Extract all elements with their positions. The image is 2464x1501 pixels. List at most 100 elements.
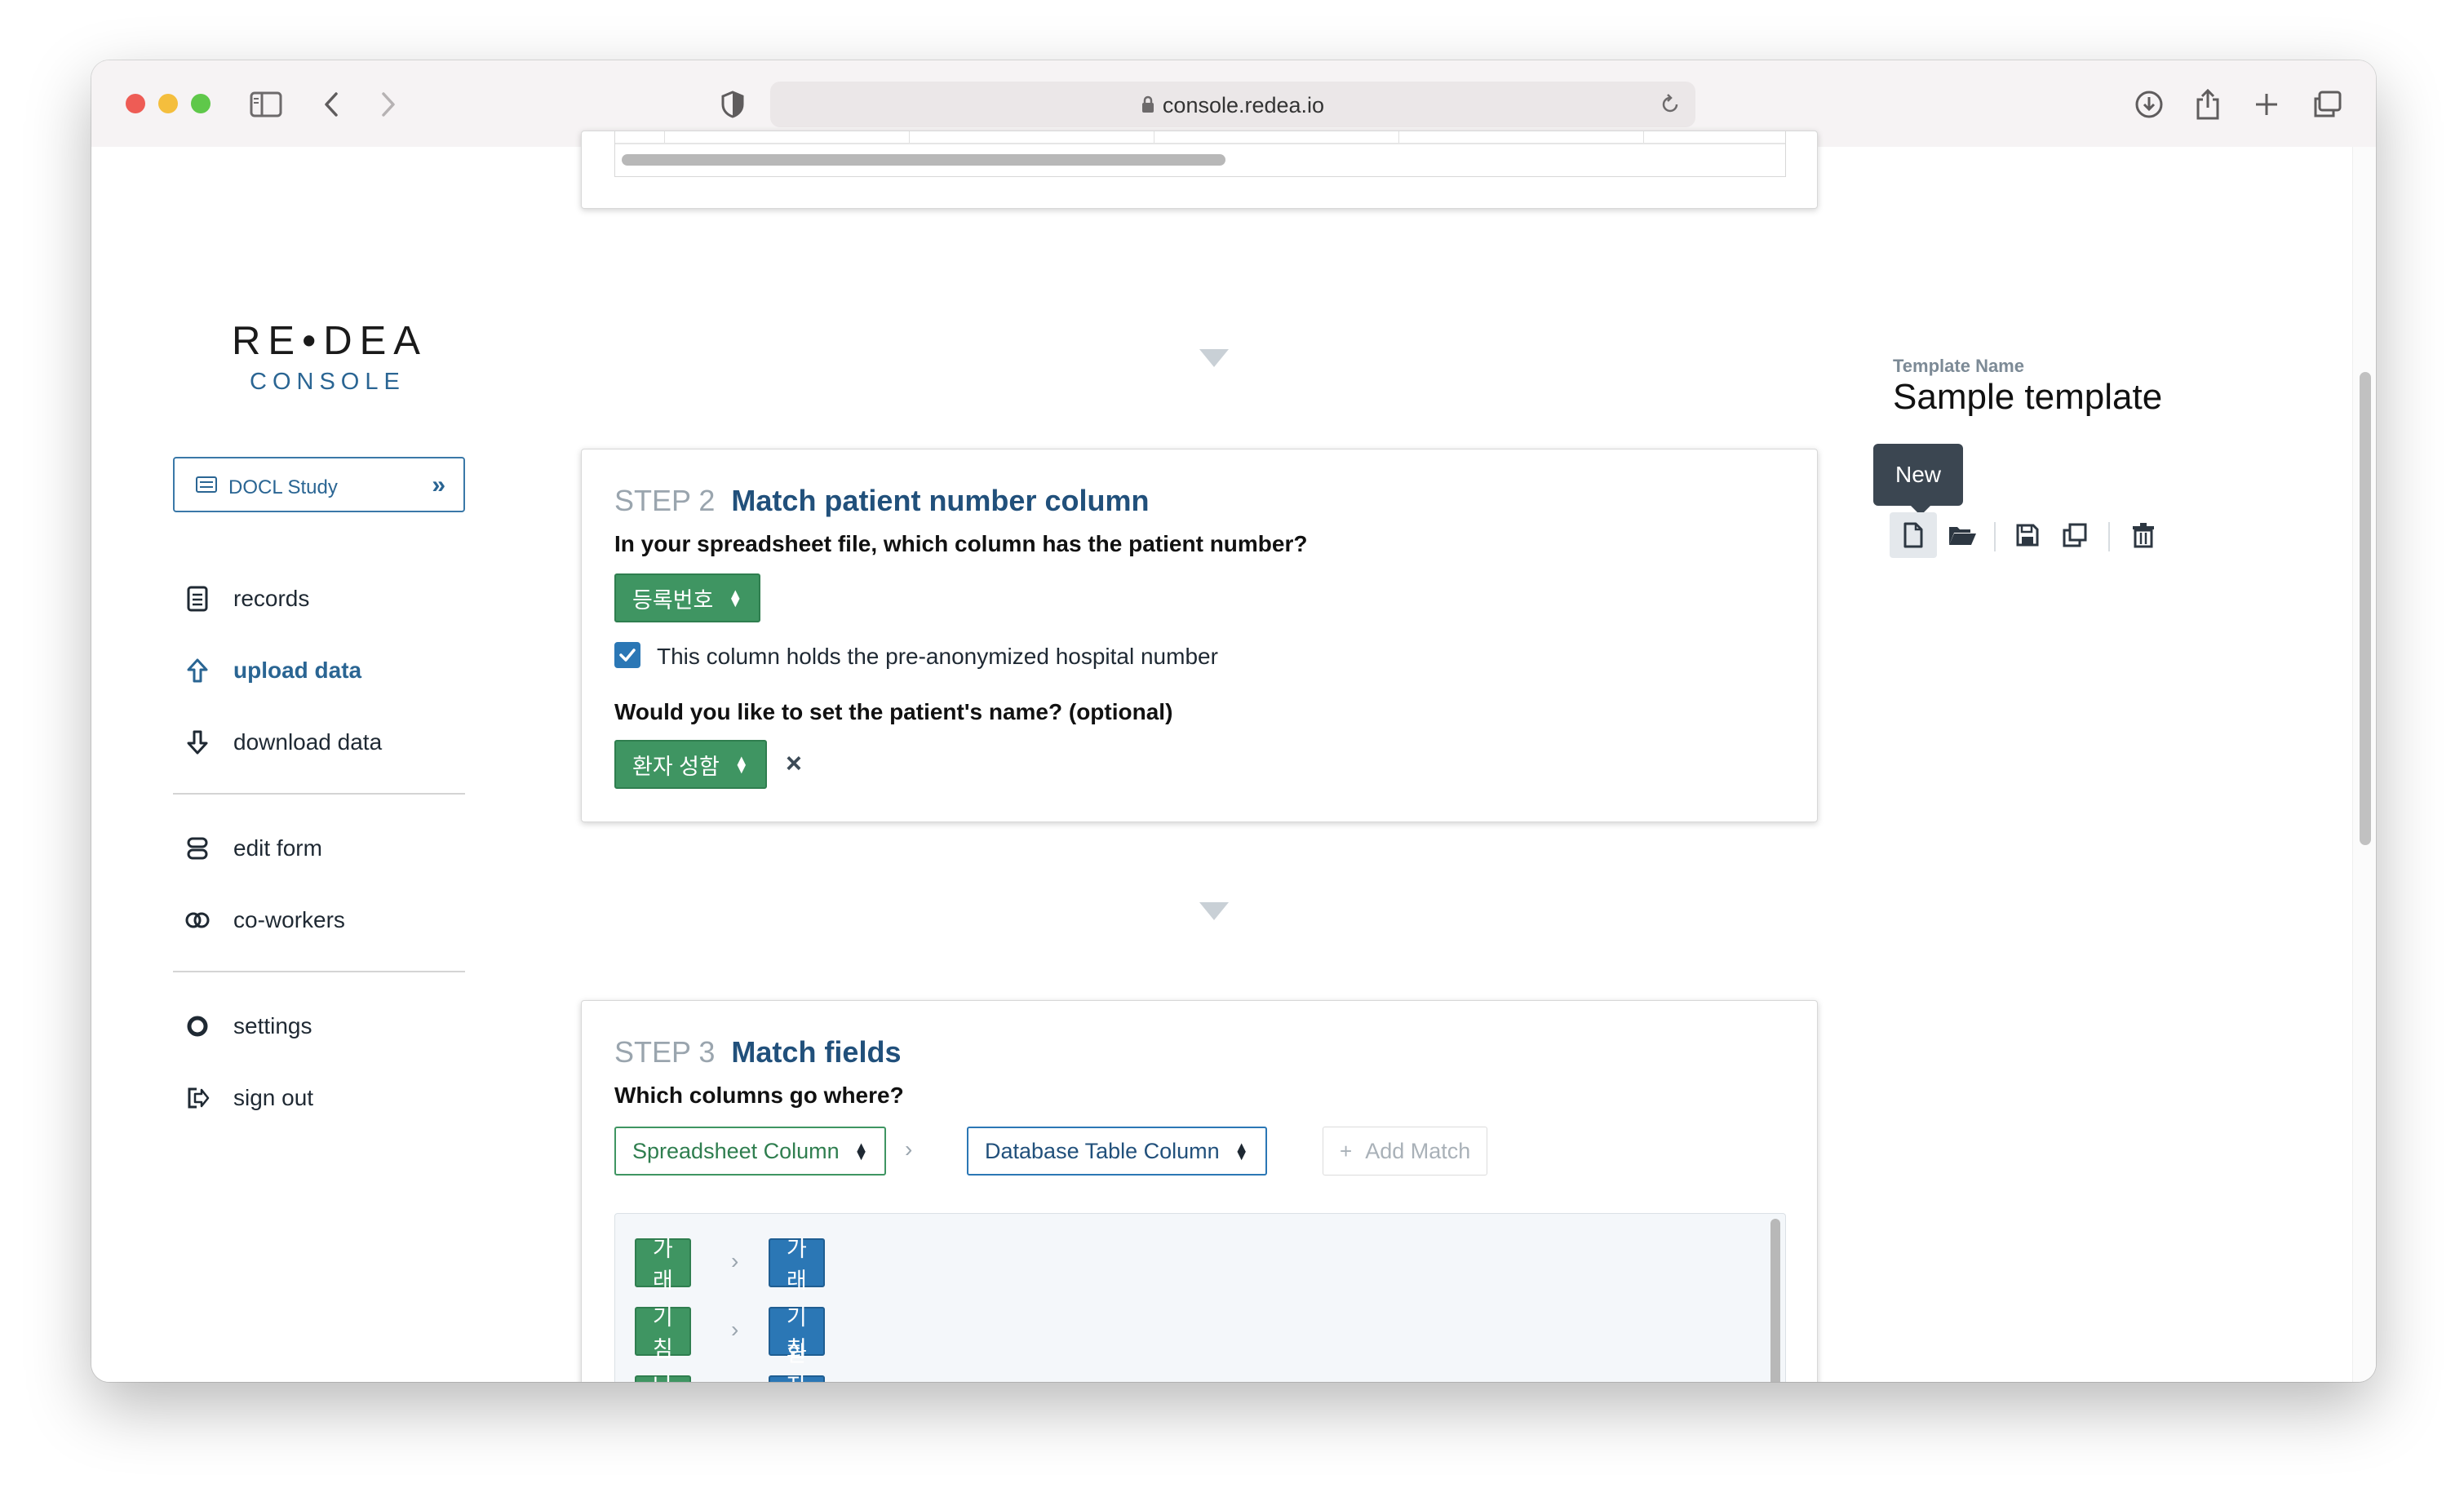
browser-window: console.redea.io RE•DEA CONSOLE DOCL Stu…	[91, 60, 2376, 1382]
new-tab-icon[interactable]	[2247, 85, 2286, 124]
checkmark-icon	[619, 649, 636, 662]
page-content: RE•DEA CONSOLE DOCL Study » records uplo…	[91, 131, 2376, 1382]
database-column-select[interactable]: Database Table Column ▲ ▼	[967, 1127, 1267, 1176]
logo-wordmark: RE•DEA	[232, 319, 428, 363]
step2-heading: STEP 2 Match patient number column	[614, 484, 1149, 518]
chevron-right-icon: ›	[905, 1136, 913, 1162]
stack-icon	[183, 834, 212, 863]
nav-label: settings	[233, 1013, 312, 1038]
upload-arrow-icon	[183, 656, 212, 685]
zoom-window-button[interactable]	[191, 94, 211, 113]
toolbar-separator	[1994, 522, 1996, 551]
nav-label: records	[233, 586, 310, 611]
match-fields-question: Which columns go where?	[614, 1083, 904, 1108]
nav-label: edit form	[233, 835, 322, 861]
nav-label: co-workers	[233, 907, 345, 932]
match-list: 가래 › 가래 기침 › 기침 나이 › 환자 나이	[614, 1213, 1786, 1382]
add-match-button[interactable]: + Add Match	[1323, 1127, 1488, 1176]
flow-arrow-icon	[1199, 902, 1229, 920]
sort-arrows-icon: ▲ ▼	[728, 586, 743, 610]
duplicate-icon[interactable]	[2051, 512, 2098, 558]
select-value: 환자 성함	[632, 754, 720, 779]
step2-card: STEP 2 Match patient number column In yo…	[581, 449, 1818, 822]
downloads-icon[interactable]	[2129, 85, 2169, 124]
sign-out-icon	[183, 1083, 212, 1113]
logo-subtitle: CONSOLE	[250, 369, 405, 395]
lock-icon	[1141, 94, 1154, 119]
nav-co-workers[interactable]: co-workers	[183, 901, 345, 940]
match-source-button[interactable]: 가래	[635, 1237, 691, 1293]
privacy-shield-icon[interactable]	[713, 85, 752, 124]
linked-circles-icon	[183, 905, 212, 935]
new-file-icon[interactable]	[1890, 512, 1937, 558]
match-source-button[interactable]: 기침	[635, 1305, 691, 1362]
match-target-button[interactable]: 가래	[769, 1237, 825, 1293]
patient-number-select[interactable]: 등록번호 ▲ ▼	[614, 573, 761, 622]
table-horizontal-scrollbar[interactable]	[622, 154, 1225, 166]
spreadsheet-column-select[interactable]: Spreadsheet Column ▲ ▼	[614, 1127, 887, 1176]
select-value: Database Table Column	[985, 1138, 1220, 1163]
patient-name-select[interactable]: 환자 성함 ▲ ▼	[614, 740, 767, 789]
flow-arrow-icon	[1199, 349, 1229, 367]
study-label: DOCL Study	[228, 476, 338, 498]
step-title: Match patient number column	[731, 484, 1150, 517]
template-name: Sample template	[1893, 377, 2163, 417]
page-scrollbar-thumb[interactable]	[2360, 372, 2371, 845]
nav-label: download data	[233, 729, 383, 755]
clear-name-icon[interactable]: ×	[786, 748, 802, 780]
tooltip: New	[1873, 444, 1963, 506]
step-number: STEP 3	[614, 1035, 716, 1069]
tab-overview-icon[interactable]	[2307, 85, 2347, 124]
patient-number-question: In your spreadsheet file, which column h…	[614, 531, 1308, 556]
forward-icon[interactable]	[369, 85, 408, 124]
nav-sign-out[interactable]: sign out	[183, 1078, 313, 1118]
select-value: 등록번호	[632, 587, 714, 613]
toolbar-separator	[2108, 522, 2110, 551]
nav-download-data[interactable]: download data	[183, 723, 382, 762]
step1-card	[581, 131, 1818, 209]
close-window-button[interactable]	[126, 94, 145, 113]
share-icon[interactable]	[2188, 85, 2227, 124]
open-folder-icon[interactable]	[1939, 512, 1986, 558]
match-target-button[interactable]: 환자 나이	[769, 1342, 825, 1382]
step-title: Match fields	[731, 1035, 902, 1069]
patient-name-question: Would you like to set the patient's name…	[614, 699, 1173, 724]
match-list-scrollbar[interactable]	[1770, 1219, 1780, 1382]
double-chevron-right-icon: »	[432, 472, 445, 498]
study-switch-button[interactable]: DOCL Study »	[173, 457, 465, 512]
nav-upload-data[interactable]: upload data	[183, 651, 361, 690]
sort-arrows-icon: ▲ ▼	[1234, 1139, 1249, 1163]
save-icon[interactable]	[2004, 512, 2051, 558]
nav-records[interactable]: records	[183, 579, 309, 618]
ring-icon	[183, 1012, 212, 1041]
chevron-right-icon: ›	[731, 1317, 739, 1342]
sidebar-divider	[173, 793, 465, 795]
page-scrollbar-track	[2352, 147, 2376, 1382]
reload-icon[interactable]	[1660, 93, 1681, 120]
nav-label: upload data	[233, 658, 362, 683]
step3-heading: STEP 3 Match fields	[614, 1035, 901, 1069]
nav-label: sign out	[233, 1085, 314, 1110]
preview-table	[614, 131, 1786, 177]
step-number: STEP 2	[614, 484, 716, 517]
match-source-button[interactable]: 나이	[635, 1374, 691, 1382]
nav-edit-form[interactable]: edit form	[183, 829, 322, 868]
minimize-window-button[interactable]	[158, 94, 178, 113]
step3-card: STEP 3 Match fields Which columns go whe…	[581, 1000, 1818, 1382]
sidebar-divider	[173, 971, 465, 972]
plus-icon: +	[1340, 1138, 1353, 1163]
sort-arrows-icon: ▲ ▼	[853, 1139, 869, 1163]
back-icon[interactable]	[312, 85, 351, 124]
chevron-right-icon: ›	[731, 1248, 739, 1273]
document-list-icon	[183, 584, 212, 613]
trash-icon[interactable]	[2120, 512, 2167, 558]
pre-anonymized-checkbox[interactable]	[614, 642, 640, 668]
address-bar[interactable]: console.redea.io	[770, 82, 1695, 127]
study-list-icon	[196, 476, 217, 497]
url-text: console.redea.io	[1162, 93, 1325, 117]
sidebar-toggle-icon[interactable]	[246, 85, 286, 124]
template-name-label: Template Name	[1893, 356, 2024, 376]
nav-settings[interactable]: settings	[183, 1007, 312, 1046]
add-match-label: Add Match	[1365, 1138, 1471, 1163]
sort-arrows-icon: ▲ ▼	[733, 752, 749, 777]
